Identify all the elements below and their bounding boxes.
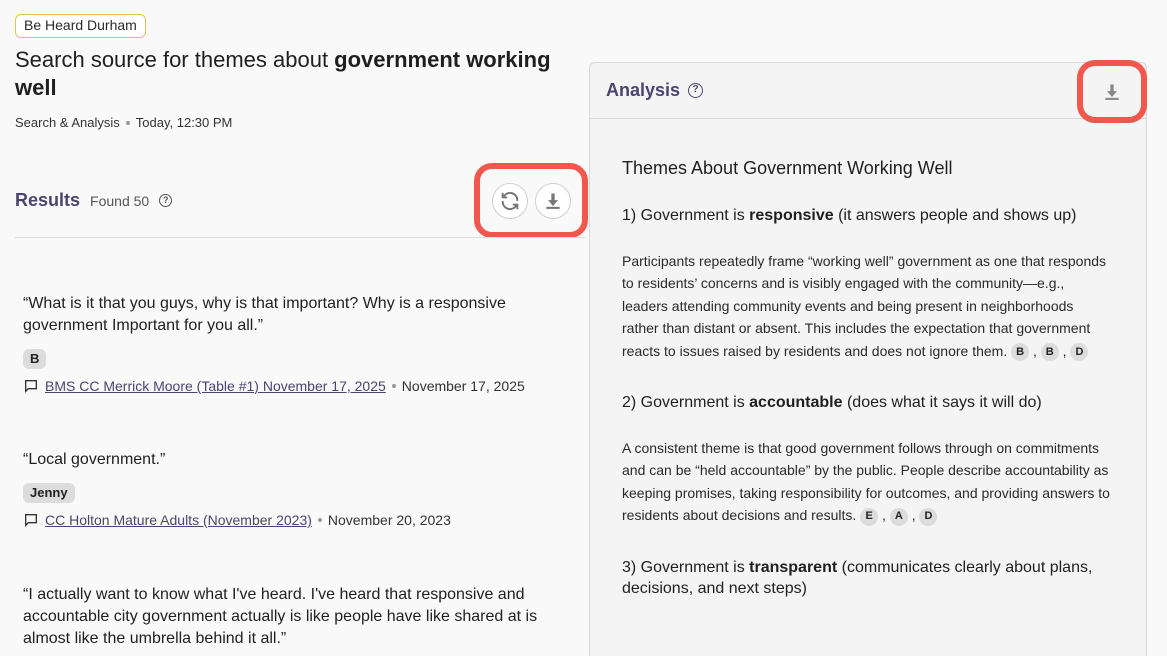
citation-chip[interactable]: B [1011, 342, 1030, 361]
theme-text: A consistent theme is that good governme… [622, 437, 1112, 527]
download-icon [545, 193, 560, 209]
speaker-chip[interactable]: Jenny [23, 483, 75, 503]
theme-keyword: transparent [749, 558, 838, 576]
result-quote: “What is it that you guys, why is that i… [23, 295, 506, 334]
analysis-content: Themes About Government Working Well 1) … [622, 158, 1112, 623]
theme-body: Participants repeatedly frame “working w… [622, 253, 1107, 359]
theme-suffix: (it answers people and shows up) [833, 207, 1077, 224]
result-source: CC Holton Mature Adults (November 2023) … [23, 512, 568, 528]
comment-icon [25, 380, 37, 393]
meta-separator [125, 120, 130, 125]
analysis-panel: Analysis ? Themes About Government Worki… [589, 62, 1147, 656]
analysis-title: Analysis [606, 80, 681, 100]
download-icon [1105, 84, 1119, 100]
title-prefix: Search source for themes about [15, 47, 335, 72]
results-divider [15, 237, 585, 238]
theme-keyword: accountable [749, 394, 843, 412]
theme-heading: 2) Government is accountable (does what … [622, 392, 1112, 413]
citation-chip[interactable]: E [860, 507, 879, 526]
source-date: November 20, 2023 [327, 512, 451, 528]
analysis-help-icon[interactable]: ? [688, 83, 704, 98]
source-link[interactable]: CC Holton Mature Adults (November 2023) [45, 512, 312, 528]
page: Be Heard Durham Search source for themes… [0, 0, 1167, 656]
results-title: Results [15, 190, 81, 210]
citation-chip[interactable]: A [889, 507, 908, 526]
result-source: BMS CC Merrick Moore (Table #1) November… [23, 378, 568, 394]
theme-heading: 1) Government is responsive (it answers … [622, 205, 1112, 226]
theme-prefix: 3) Government is [622, 558, 750, 576]
help-icon[interactable]: ? [159, 194, 173, 207]
theme-prefix: 1) Government is [622, 207, 750, 224]
citation-chip[interactable]: B [1040, 342, 1059, 361]
project-tag[interactable]: Be Heard Durham [15, 14, 146, 38]
results-action-group [474, 163, 588, 238]
theme-prefix: 2) Government is [622, 394, 750, 412]
theme-heading: 3) Government is transparent (communicat… [622, 557, 1112, 599]
analysis-header: Analysis ? [590, 63, 1146, 119]
results-count: Found 50 [90, 192, 150, 209]
source-link[interactable]: BMS CC Merrick Moore (Table #1) November… [45, 378, 386, 394]
page-title: Search source for themes about governmen… [15, 46, 580, 102]
refresh-button[interactable] [491, 182, 528, 219]
result-quote: “I actually want to know what I've heard… [23, 586, 538, 647]
result-item: “I actually want to know what I've heard… [23, 584, 568, 650]
analysis-heading: Themes About Government Working Well [622, 158, 953, 178]
refresh-icon [501, 191, 518, 210]
meta-type: Search & Analysis [15, 115, 120, 130]
theme-text: Participants repeatedly frame “working w… [622, 250, 1112, 362]
results-download-button[interactable] [534, 182, 571, 219]
speaker-chip[interactable]: B [23, 349, 47, 369]
source-date: November 17, 2025 [401, 378, 525, 394]
theme-suffix: (does what it says it will do) [842, 394, 1042, 412]
analysis-download-button[interactable] [1077, 60, 1147, 123]
source-separator [391, 384, 396, 388]
page-meta: Search & Analysis Today, 12:30 PM [15, 115, 232, 130]
citation-chip[interactable]: D [1070, 342, 1089, 361]
result-quote: “Local government.” [23, 451, 166, 468]
comment-icon [25, 514, 37, 527]
result-item: “What is it that you guys, why is that i… [23, 293, 568, 394]
citation-chip[interactable]: D [919, 507, 938, 526]
source-separator [317, 518, 322, 522]
result-item: “Local government.” Jenny CC Holton Matu… [23, 449, 568, 528]
meta-time: Today, 12:30 PM [135, 115, 233, 130]
theme-keyword: responsive [749, 207, 834, 224]
results-header: Results Found 50 ? [15, 190, 173, 211]
